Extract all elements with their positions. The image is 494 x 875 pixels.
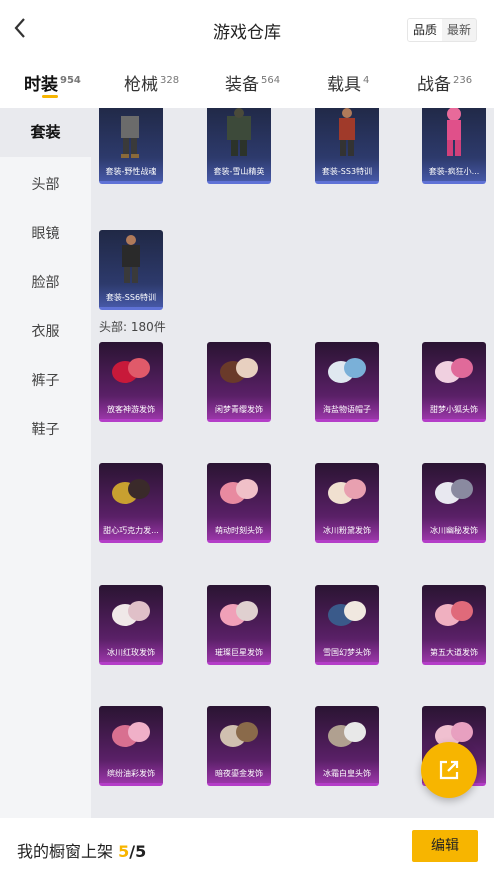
outfit-card[interactable]: 套装-野性战魂 <box>99 108 163 184</box>
head-item-card[interactable]: 放客神游发饰 <box>99 342 163 422</box>
outfit-thumbnail <box>121 116 139 158</box>
head-item-card[interactable]: 冰川幽秘发饰 <box>422 463 486 543</box>
showcase-label: 我的橱窗上架 <box>17 842 114 861</box>
sidebar-item-pants[interactable]: 裤子 <box>0 370 91 390</box>
sidebar-item-glasses[interactable]: 眼镜 <box>0 223 91 243</box>
head-item-name: 缤纷油彩发饰 <box>107 769 155 778</box>
head-item-card[interactable]: 甜梦小狐头饰 <box>422 342 486 422</box>
head-item-thumbnail <box>220 722 258 747</box>
head-item-thumbnail <box>112 601 150 626</box>
head-item-name: 冰霜白皇头饰 <box>323 769 371 778</box>
section-label-head: 头部: 180件 <box>99 320 166 334</box>
sidebar-item-outfit[interactable]: 套装 <box>0 108 91 157</box>
outfit-card[interactable]: 套装-SS3特训 <box>315 108 379 184</box>
head-item-name: 闲梦青缨发饰 <box>215 405 263 414</box>
sidebar-item-shoes[interactable]: 鞋子 <box>0 419 91 439</box>
head-item-thumbnail <box>220 601 258 626</box>
outfit-thumbnail <box>122 235 140 283</box>
head-item-card[interactable]: 甜心巧克力发... <box>99 463 163 543</box>
head-item-thumbnail <box>328 358 366 383</box>
sidebar-item-head[interactable]: 头部 <box>0 174 91 194</box>
head-item-name: 甜心巧克力发... <box>103 526 159 535</box>
head-item-card[interactable]: 冰川粉黛发饰 <box>315 463 379 543</box>
tab-supplies[interactable]: 战备 236 <box>417 70 472 95</box>
head-item-thumbnail <box>112 358 150 383</box>
category-tabs: 时装 954 枪械 328 装备 564 载具 4 战备 236 <box>0 58 494 108</box>
outfit-thumbnail <box>339 108 355 156</box>
head-item-name: 暗夜鎏金发饰 <box>215 769 263 778</box>
outfit-thumbnail <box>447 108 461 156</box>
head-item-card[interactable]: 暗夜鎏金发饰 <box>207 706 271 786</box>
head-item-card[interactable]: 雪国幻梦头饰 <box>315 585 379 665</box>
outfit-name: 套装-野性战魂 <box>105 167 157 176</box>
header: 游戏仓库 品质 最新 <box>0 0 494 58</box>
head-item-thumbnail <box>112 479 150 504</box>
head-item-thumbnail <box>328 601 366 626</box>
head-item-thumbnail <box>220 479 258 504</box>
head-item-name: 放客神游发饰 <box>107 405 155 414</box>
head-item-thumbnail <box>328 722 366 747</box>
head-item-card[interactable]: 闲梦青缨发饰 <box>207 342 271 422</box>
sort-quality[interactable]: 品质 <box>407 19 442 41</box>
tab-fashion[interactable]: 时装 954 <box>24 70 81 95</box>
sidebar-item-face[interactable]: 脸部 <box>0 272 91 292</box>
active-tab-indicator <box>42 95 58 98</box>
head-item-name: 冰川红玫发饰 <box>107 648 155 657</box>
edit-button[interactable]: 编辑 <box>412 830 478 862</box>
head-item-name: 璀璨巨星发饰 <box>215 648 263 657</box>
head-item-name: 冰川幽秘发饰 <box>430 526 478 535</box>
outfit-card[interactable]: 套装-SS6特训 <box>99 230 163 310</box>
bottom-bar: 我的橱窗上架 5/5 编辑 <box>0 818 494 875</box>
head-item-card[interactable]: 缤纷油彩发饰 <box>99 706 163 786</box>
sort-newest[interactable]: 最新 <box>442 19 476 41</box>
outfit-name: 套装-疯狂小... <box>428 167 480 176</box>
head-item-thumbnail <box>435 479 473 504</box>
outfit-card[interactable]: 套装-雪山精英 <box>207 108 271 184</box>
showcase-total: /5 <box>129 842 147 861</box>
outfit-card[interactable]: 套装-疯狂小... <box>422 108 486 184</box>
tab-equipment[interactable]: 装备 564 <box>225 70 280 95</box>
showcase-status: 我的橱窗上架 5/5 <box>17 838 146 862</box>
head-item-name: 萌动时刻头饰 <box>215 526 263 535</box>
head-item-card[interactable]: 璀璨巨星发饰 <box>207 585 271 665</box>
outfit-name: 套装-SS6特训 <box>105 293 157 302</box>
head-item-card[interactable]: 冰川红玫发饰 <box>99 585 163 665</box>
sort-toggle[interactable]: 品质 最新 <box>406 18 477 42</box>
head-item-thumbnail <box>328 479 366 504</box>
outfit-thumbnail <box>227 108 251 156</box>
tab-guns[interactable]: 枪械 328 <box>124 70 179 95</box>
outfit-name: 套装-雪山精英 <box>213 167 265 176</box>
head-item-card[interactable]: 海盐物语帽子 <box>315 342 379 422</box>
share-external-icon <box>439 760 459 780</box>
head-item-name: 第五大道发饰 <box>430 648 478 657</box>
sidebar: 套装 头部 眼镜 脸部 衣服 裤子 鞋子 <box>0 108 91 818</box>
head-item-card[interactable]: 第五大道发饰 <box>422 585 486 665</box>
head-item-name: 冰川粉黛发饰 <box>323 526 371 535</box>
sidebar-item-clothes[interactable]: 衣服 <box>0 321 91 341</box>
head-item-name: 海盐物语帽子 <box>323 405 371 414</box>
outfit-name: 套装-SS3特训 <box>321 167 373 176</box>
head-item-name: 雪国幻梦头饰 <box>323 648 371 657</box>
head-item-thumbnail <box>435 601 473 626</box>
share-button[interactable] <box>421 742 477 798</box>
showcase-count: 5 <box>118 842 130 861</box>
head-item-name: 甜梦小狐头饰 <box>430 405 478 414</box>
head-item-thumbnail <box>112 722 150 747</box>
head-item-thumbnail <box>435 358 473 383</box>
head-item-thumbnail <box>220 358 258 383</box>
head-item-card[interactable]: 冰霜白皇头饰 <box>315 706 379 786</box>
head-item-card[interactable]: 萌动时刻头饰 <box>207 463 271 543</box>
item-grid: 套装-野性战魂 套装-雪山精英 套装-SS3特训 套装-疯狂小... 套装-SS… <box>91 108 494 818</box>
tab-vehicles[interactable]: 载具 4 <box>327 70 369 95</box>
